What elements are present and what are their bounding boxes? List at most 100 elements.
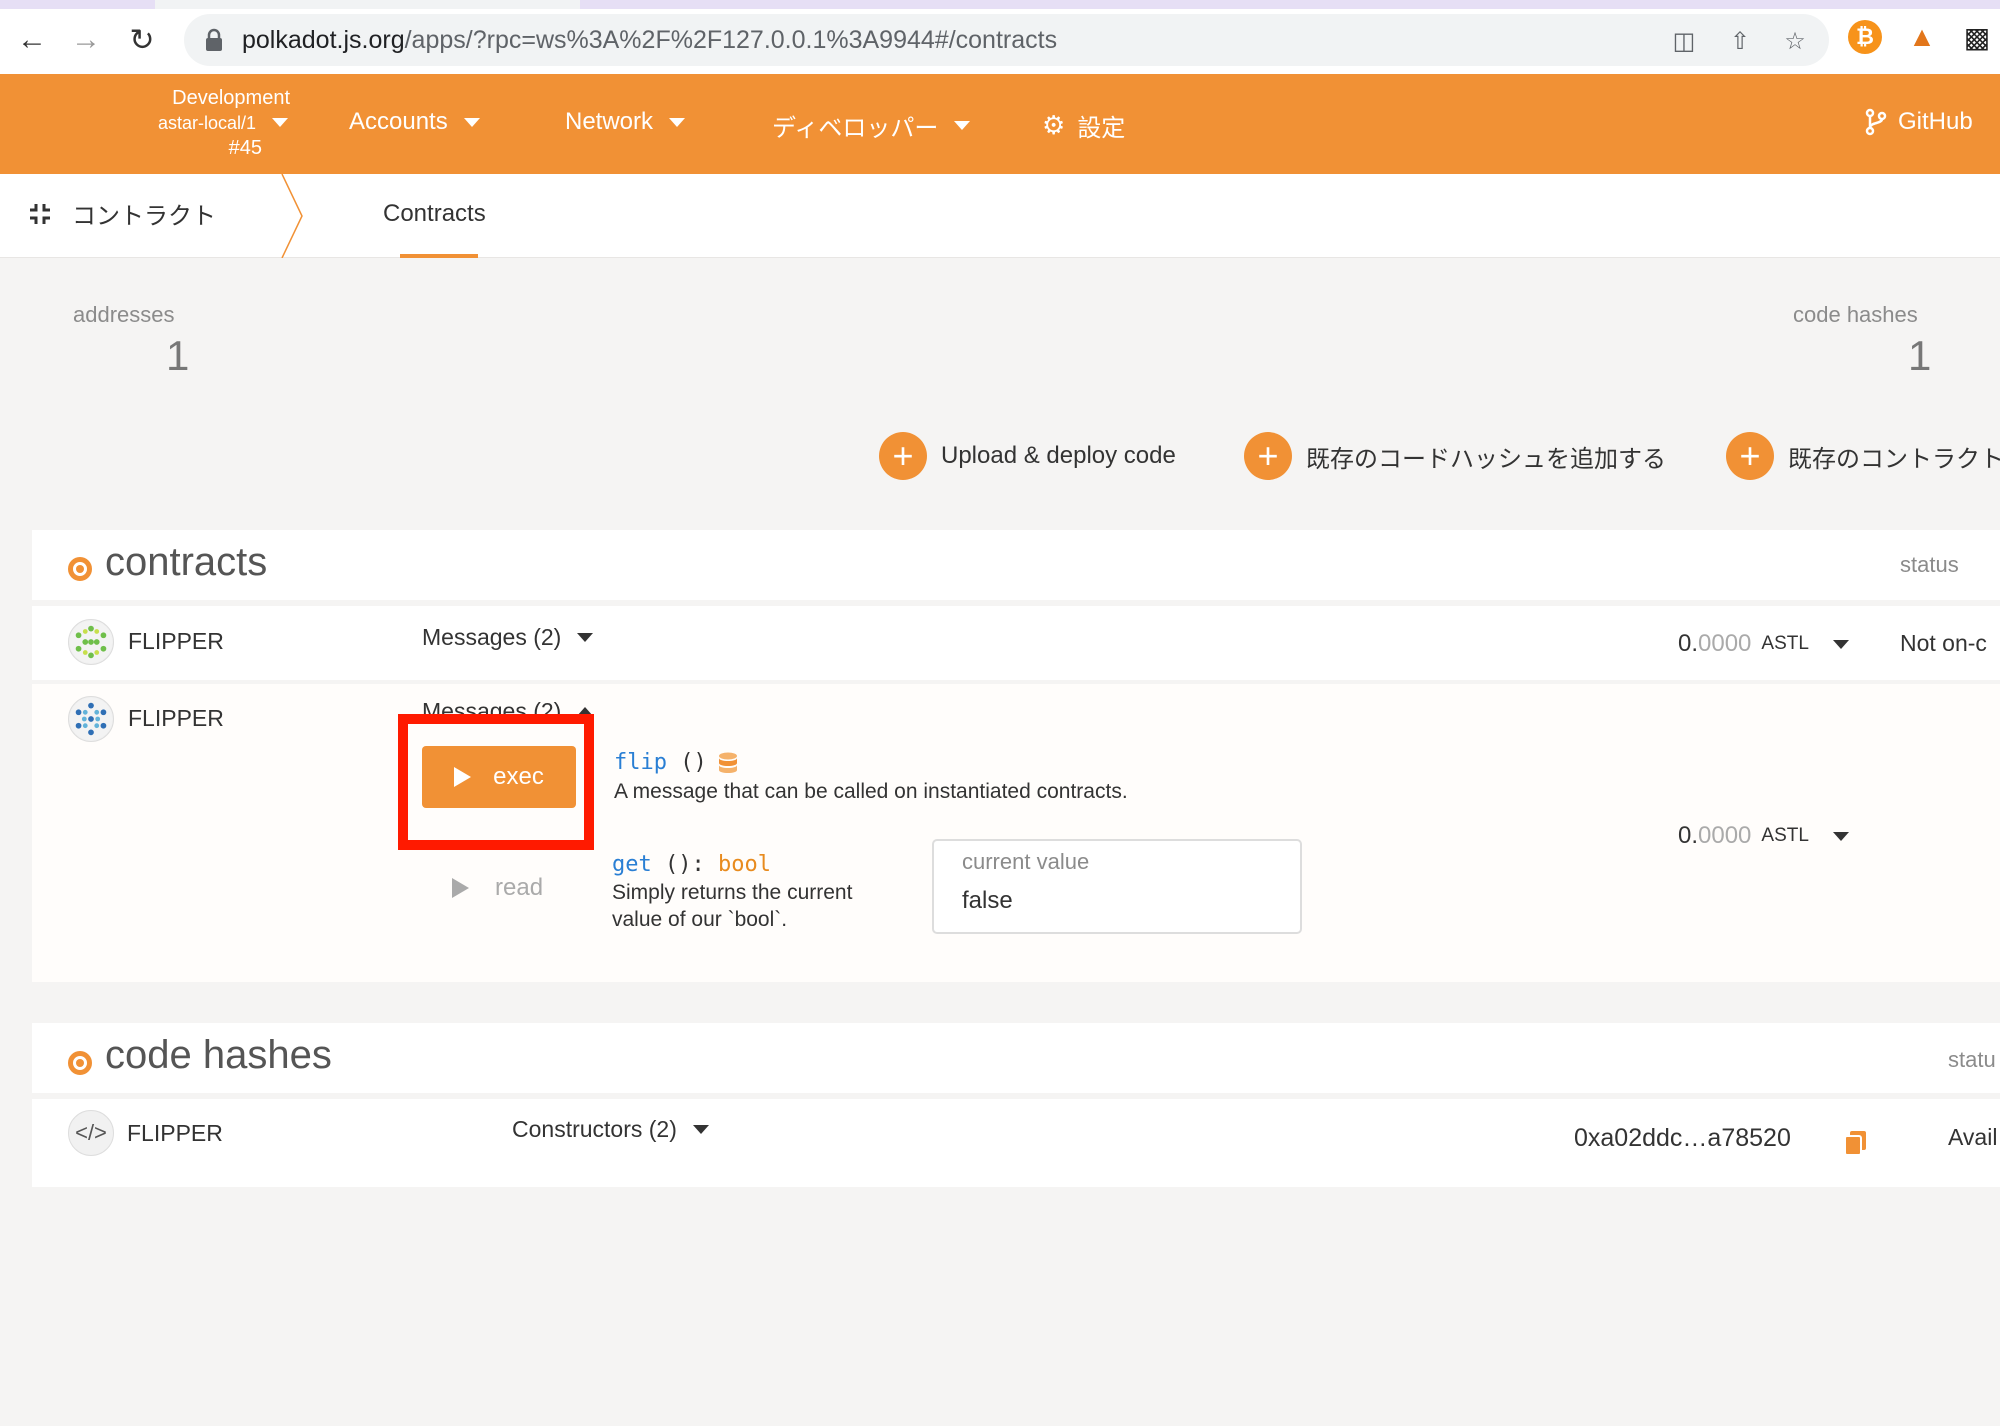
- messages-toggle[interactable]: Messages (2): [422, 624, 594, 651]
- contract-name: FLIPPER: [128, 705, 224, 731]
- contracts-card-header: contracts status: [32, 530, 2000, 600]
- metamask-fox-icon[interactable]: ▲: [1905, 20, 1939, 54]
- addresses-label: addresses: [73, 302, 175, 327]
- reload-icon[interactable]: ↻: [122, 20, 162, 60]
- menu-settings-label: 設定: [1077, 115, 1126, 142]
- balance-decimal: 0000: [1698, 630, 1752, 657]
- menu-github[interactable]: GitHub: [1864, 108, 1973, 136]
- contract-balance[interactable]: 0.0000 ASTL: [1678, 822, 1849, 850]
- code-hashes-count: 1: [1908, 332, 1932, 379]
- upload-deploy-label: Upload & deploy code: [941, 442, 1176, 469]
- tab-strip: [0, 0, 2000, 9]
- code-icon: </>: [68, 1110, 114, 1156]
- upload-deploy-button[interactable]: + Upload & deploy code: [879, 432, 1176, 480]
- get-description-line2: value of our `bool`.: [612, 908, 788, 931]
- tab-contracts[interactable]: Contracts: [383, 200, 486, 228]
- current-value-label: current value: [962, 849, 1090, 874]
- code-hash-status: Avail: [1948, 1124, 1998, 1150]
- chevron-down-icon: [463, 117, 480, 127]
- current-value: false: [962, 887, 1013, 914]
- add-code-hash-button[interactable]: + 既存のコードハッシュを追加する: [1244, 432, 1666, 480]
- bookmark-star-icon[interactable]: ☆: [1780, 26, 1810, 56]
- database-icon: [719, 752, 737, 773]
- section-title: コントラクト: [28, 196, 216, 231]
- status-column-header: status: [1900, 552, 1959, 577]
- gears-icon: ⚙: [1042, 110, 1066, 140]
- get-description-line1: Simply returns the current: [612, 881, 853, 904]
- code-hash-name: FLIPPER: [127, 1120, 223, 1146]
- code-hash-row: </> FLIPPER Constructors (2) 0xa02ddc…a7…: [32, 1099, 2000, 1187]
- section-dot-icon: [68, 557, 92, 581]
- chevron-down-icon: [1832, 831, 1849, 841]
- menu-developer-label: ディベロッパー: [772, 115, 939, 142]
- menu-developer[interactable]: ディベロッパー: [772, 108, 971, 143]
- current-value-box: current value false: [932, 839, 1302, 934]
- share-icon[interactable]: ⇧: [1725, 26, 1755, 56]
- chain-type: Development: [172, 87, 290, 109]
- chain-name: astar-local/1: [157, 113, 256, 133]
- copy-icon[interactable]: [1842, 1129, 1870, 1157]
- flip-args: (): [680, 750, 707, 775]
- plus-icon: +: [1726, 432, 1774, 480]
- code-hash-value: 0xa02ddc…a78520: [1574, 1124, 1791, 1152]
- contract-name: FLIPPER: [128, 628, 224, 654]
- bitcoin-extension-icon[interactable]: ₿: [1848, 20, 1882, 54]
- menu-network[interactable]: Network: [565, 108, 686, 136]
- contract-identicon: [68, 696, 114, 742]
- lock-icon: [206, 28, 222, 51]
- chevron-down-icon: [669, 117, 686, 127]
- menu-accounts-label: Accounts: [349, 108, 448, 135]
- breadcrumb-divider: [281, 174, 303, 258]
- constructors-toggle[interactable]: Constructors (2): [512, 1116, 709, 1143]
- play-icon: [452, 878, 469, 898]
- app-header: Development astar-local/1 #45 Accounts N…: [0, 74, 2000, 174]
- read-label: read: [495, 874, 544, 901]
- chevron-down-icon: [692, 1125, 709, 1134]
- contract-balance[interactable]: 0.0000 ASTL: [1678, 630, 1849, 658]
- balance-unit: ASTL: [1761, 825, 1809, 846]
- add-code-hash-label: 既存のコードハッシュを追加する: [1306, 445, 1666, 473]
- balance-decimal: 0000: [1698, 822, 1752, 849]
- code-hashes-title: code hashes: [105, 1033, 332, 1077]
- flip-description: A message that can be called on instanti…: [614, 780, 1128, 803]
- section-title-label: コントラクト: [72, 203, 216, 230]
- menu-network-label: Network: [565, 108, 654, 135]
- contract-status: Not on-c: [1900, 630, 1987, 656]
- get-function-name: get: [612, 852, 652, 877]
- plus-icon: +: [879, 432, 927, 480]
- chain-selector[interactable]: Development astar-local/1 #45: [100, 86, 290, 161]
- forward-icon[interactable]: →: [66, 20, 106, 60]
- code-hashes-label: code hashes: [1793, 302, 1918, 327]
- status-column-header: statu: [1948, 1047, 1996, 1072]
- url-text: polkadot.js.org/apps/?rpc=ws%3A%2F%2F127…: [242, 26, 1058, 54]
- get-description: Simply returns the current value of our …: [612, 879, 852, 933]
- add-contract-button[interactable]: + 既存のコントラクト: [1726, 432, 2000, 480]
- menu-github-label: GitHub: [1898, 108, 1973, 135]
- get-return-type: bool: [718, 852, 771, 877]
- contracts-title: contracts: [105, 540, 268, 584]
- browser-toolbar: ← → ↻ polkadot.js.org/apps/?rpc=ws%3A%2F…: [0, 0, 2000, 74]
- menu-accounts[interactable]: Accounts: [349, 108, 480, 136]
- git-branch-icon: [1865, 108, 1887, 136]
- section-dot-icon: [68, 1051, 92, 1075]
- menu-settings[interactable]: ⚙ 設定: [1042, 108, 1125, 143]
- read-button[interactable]: read: [452, 874, 543, 902]
- get-args: ():: [665, 852, 705, 877]
- addresses-count: 1: [166, 332, 190, 379]
- block-number: #45: [228, 137, 262, 159]
- address-bar[interactable]: polkadot.js.org/apps/?rpc=ws%3A%2F%2F127…: [184, 14, 1829, 66]
- contract-row: FLIPPER Messages (2) 0.0000 ASTL Not on-…: [32, 606, 2000, 680]
- messages-label: Messages (2): [422, 624, 562, 650]
- plus-icon: +: [1244, 432, 1292, 480]
- back-icon[interactable]: ←: [12, 20, 52, 60]
- tab-active-indicator: [400, 254, 478, 258]
- sub-navigation: コントラクト Contracts: [0, 174, 2000, 258]
- flip-function-name: flip: [614, 750, 667, 775]
- annotation-highlight-box: [398, 714, 594, 850]
- balance-integer: 0.: [1678, 630, 1699, 657]
- constructors-label: Constructors (2): [512, 1116, 677, 1142]
- chevron-down-icon: [1832, 639, 1849, 649]
- translate-icon[interactable]: ◫: [1669, 26, 1699, 56]
- chevron-down-icon: [954, 121, 971, 130]
- extensions-puzzle-icon[interactable]: ▩: [1960, 20, 1994, 54]
